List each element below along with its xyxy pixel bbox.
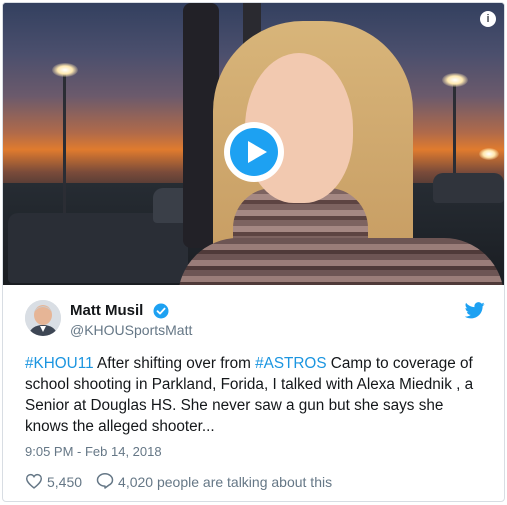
play-icon — [248, 141, 267, 163]
speech-bubble-icon[interactable] — [96, 472, 114, 492]
video-thumbnail[interactable]: i — [3, 3, 504, 285]
hashtag-link[interactable]: #ASTROS — [255, 355, 326, 372]
verified-badge-icon — [153, 303, 169, 319]
play-button[interactable] — [224, 122, 284, 182]
twitter-bird-icon[interactable] — [465, 302, 485, 319]
tweet-timestamp[interactable]: 9:05 PM - Feb 14, 2018 — [25, 444, 162, 459]
author-name[interactable]: Matt Musil — [70, 302, 143, 319]
talking-count[interactable]: 4,020 people are talking about this — [118, 474, 332, 490]
avatar[interactable] — [25, 300, 61, 336]
embedded-tweet-card: i Matt Musil @KHOUSportsMatt #KHOU11 Aft… — [2, 2, 505, 502]
author-handle[interactable]: @KHOUSportsMatt — [70, 322, 192, 338]
tweet-text: #KHOU11 After shifting over from #ASTROS… — [25, 355, 474, 435]
heart-icon[interactable] — [25, 473, 43, 492]
engagement-bar: 5,450 4,020 people are talking about thi… — [25, 473, 332, 491]
info-icon[interactable]: i — [480, 11, 496, 27]
hashtag-link[interactable]: #KHOU11 — [25, 355, 94, 372]
like-count[interactable]: 5,450 — [47, 474, 82, 490]
